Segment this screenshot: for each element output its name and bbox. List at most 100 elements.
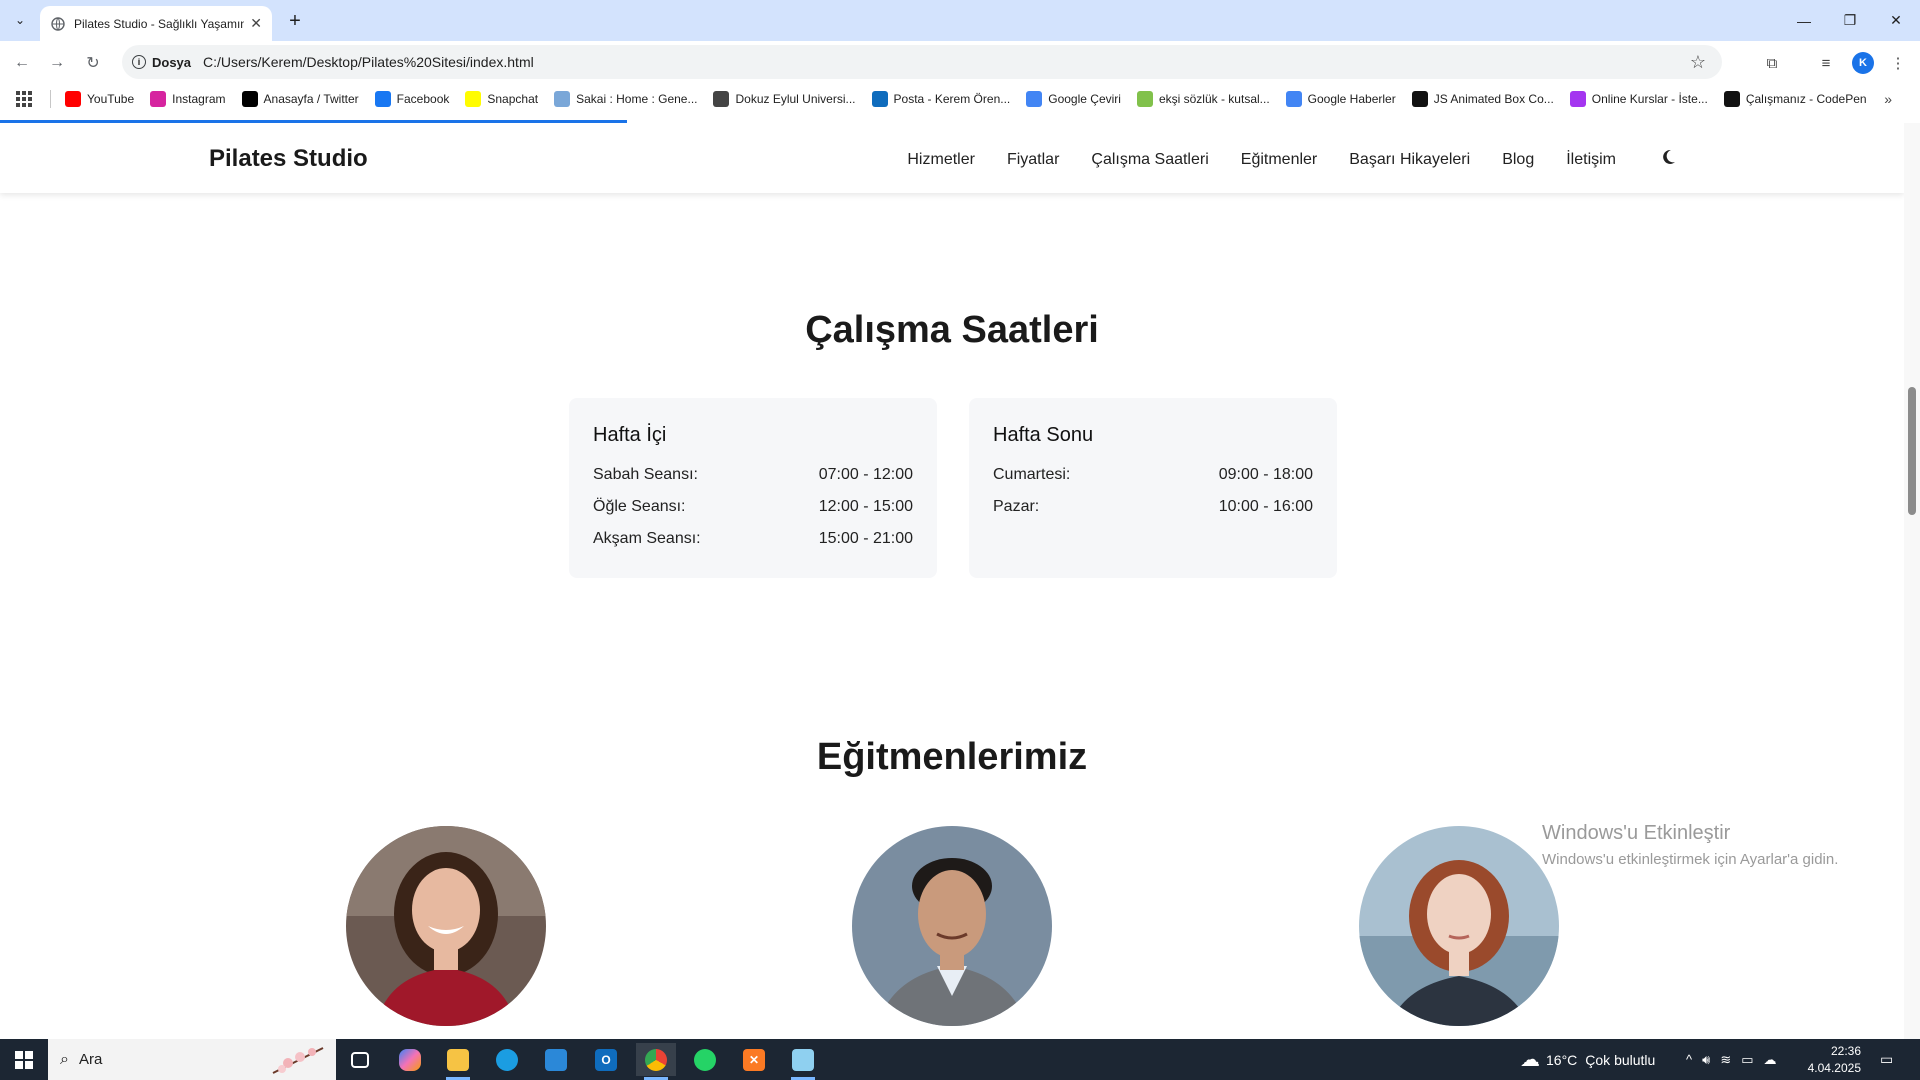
news-icon — [1285, 91, 1302, 107]
bookmark-label: Facebook — [396, 92, 450, 106]
page-scrollbar[interactable] — [1904, 123, 1920, 1039]
store-app[interactable] — [536, 1043, 576, 1076]
bookmark-item[interactable]: JS Animated Box Co... — [1411, 91, 1554, 107]
xampp-app[interactable]: ✕ — [734, 1043, 774, 1076]
battery-icon[interactable]: ▭ — [1741, 1052, 1753, 1068]
info-icon: i — [132, 55, 146, 69]
watermark-subtitle: Windows'u etkinleştirmek için Ayarlar'a … — [1542, 851, 1839, 868]
bookmark-item[interactable]: YouTube — [65, 91, 134, 107]
notifications-icon[interactable]: ▭ — [1880, 1039, 1893, 1080]
nav-link-blog[interactable]: Blog — [1502, 151, 1534, 169]
address-bar[interactable]: i Dosya C:/Users/Kerem/Desktop/Pilates%2… — [122, 45, 1722, 79]
outlook-app[interactable]: O — [586, 1043, 626, 1076]
sakai-icon — [554, 91, 571, 107]
translate-icon — [1026, 91, 1043, 107]
clock-time: 22:36 — [1830, 1044, 1861, 1058]
web-page: Pilates Studio Hizmetler Fiyatlar Çalışm… — [0, 123, 1904, 1039]
hours-row: Akşam Seansı: 15:00 - 21:00 — [593, 523, 913, 555]
bookmark-item[interactable]: Çalışmanız - CodePen — [1723, 91, 1867, 107]
system-tray: ^ 🔊︎ ≋ ▭ ☁ — [1686, 1039, 1777, 1080]
search-placeholder: Ara — [78, 1051, 103, 1068]
bookmark-item[interactable]: Online Kurslar - İste... — [1569, 91, 1708, 107]
clock[interactable]: 22:36 4.04.2025 — [1805, 1043, 1861, 1077]
bookmark-label: Anasayfa / Twitter — [263, 92, 359, 106]
outlook-icon: O — [595, 1048, 617, 1071]
whatsapp-app[interactable] — [685, 1043, 725, 1076]
bookmark-item[interactable]: ekşi sözlük - kutsal... — [1136, 91, 1270, 107]
menu-icon[interactable]: ⋮ — [1884, 49, 1912, 77]
scrollbar-thumb[interactable] — [1908, 387, 1916, 515]
apps-grid-icon[interactable] — [16, 91, 32, 107]
bookmark-item[interactable]: Google Çeviri — [1026, 91, 1121, 107]
url-text[interactable]: C:/Users/Kerem/Desktop/Pilates%20Sitesi/… — [203, 54, 534, 70]
site-logo[interactable]: Pilates Studio — [209, 145, 368, 173]
notepad-app[interactable] — [783, 1043, 823, 1080]
forward-icon[interactable]: → — [43, 49, 71, 77]
dark-mode-moon-icon[interactable] — [1660, 149, 1676, 170]
bookmark-label: Google Çeviri — [1048, 92, 1121, 106]
task-view-button[interactable] — [340, 1043, 380, 1076]
hours-label: Pazar: — [993, 498, 1040, 515]
bookmark-item[interactable]: Sakai : Home : Gene... — [554, 91, 697, 107]
chevron-down-icon: ⌄ — [14, 13, 26, 27]
notepad-icon — [792, 1048, 814, 1071]
youtube-icon — [65, 91, 81, 107]
hours-label: Öğle Seansı: — [593, 498, 686, 515]
nav-link-iletisim[interactable]: İletişim — [1566, 151, 1616, 169]
bookmark-item[interactable]: Anasayfa / Twitter — [241, 91, 359, 107]
speaker-icon[interactable]: 🔊︎ — [1702, 1052, 1710, 1068]
wifi-icon[interactable]: ≋ — [1720, 1052, 1731, 1068]
restore-button[interactable]: ❐ — [1827, 0, 1873, 41]
new-tab-button[interactable]: + — [282, 8, 308, 34]
back-icon[interactable]: ← — [8, 49, 36, 77]
copilot-app[interactable] — [390, 1043, 430, 1076]
hours-row: Öğle Seansı: 12:00 - 15:00 — [593, 491, 913, 523]
edge-app[interactable] — [487, 1043, 527, 1076]
browser-tab-active[interactable]: Pilates Studio - Sağlıklı Yaşamın ✕ — [40, 6, 272, 41]
bookmark-star-icon[interactable]: ☆ — [1690, 52, 1706, 73]
facebook-icon — [374, 91, 391, 107]
tab-search-button[interactable]: ⌄ — [8, 8, 32, 32]
bookmark-item[interactable]: Google Haberler — [1285, 91, 1396, 107]
file-explorer-app[interactable] — [438, 1043, 478, 1080]
taskbar-search[interactable]: ⌕ Ara — [48, 1039, 336, 1080]
bookmark-label: ekşi sözlük - kutsal... — [1158, 92, 1270, 106]
more-bookmarks-icon[interactable]: » — [1884, 91, 1892, 107]
hours-row: Sabah Seansı: 07:00 - 12:00 — [593, 459, 913, 491]
bookmark-item[interactable]: Snapchat — [465, 91, 538, 107]
bookmark-label: JS Animated Box Co... — [1433, 92, 1554, 106]
site-info-chip[interactable]: i Dosya — [132, 55, 203, 70]
site-nav: Hizmetler Fiyatlar Çalışma Saatleri Eğit… — [875, 149, 1676, 170]
chrome-app[interactable] — [636, 1043, 676, 1080]
security-label: Dosya — [152, 54, 192, 70]
close-tab-icon[interactable]: ✕ — [250, 15, 262, 32]
nav-link-fiyatlar[interactable]: Fiyatlar — [1007, 151, 1059, 169]
start-button[interactable] — [0, 1039, 48, 1080]
chevron-up-icon[interactable]: ^ — [1686, 1052, 1692, 1067]
whatsapp-icon — [694, 1048, 716, 1071]
reload-icon[interactable]: ↻ — [79, 49, 107, 77]
close-window-button[interactable]: ✕ — [1873, 0, 1919, 41]
trainer-photo-1 — [346, 826, 546, 1026]
nav-link-hizmetler[interactable]: Hizmetler — [907, 151, 975, 169]
nav-link-basari-hikayeleri[interactable]: Başarı Hikayeleri — [1349, 151, 1470, 169]
weekend-title: Hafta Sonu — [993, 424, 1094, 446]
codepen-icon — [1411, 91, 1428, 107]
outlook-icon — [871, 91, 888, 107]
bookmark-item[interactable]: Dokuz Eylul Universi... — [713, 91, 856, 107]
bookmark-label: Dokuz Eylul Universi... — [735, 92, 856, 106]
nav-link-calisma-saatleri[interactable]: Çalışma Saatleri — [1091, 151, 1208, 169]
extensions-icon[interactable]: ⧉ — [1758, 49, 1786, 77]
profile-avatar[interactable]: K — [1852, 52, 1874, 74]
bookmark-item[interactable]: Facebook — [374, 91, 450, 107]
weather-widget[interactable]: ☁ 16°C Çok bulutlu — [1520, 1039, 1655, 1080]
folder-icon — [447, 1048, 469, 1071]
minimize-button[interactable]: — — [1781, 0, 1827, 41]
bookmark-label: Google Haberler — [1307, 92, 1396, 106]
nav-link-egitmenler[interactable]: Eğitmenler — [1241, 151, 1317, 169]
onedrive-icon[interactable]: ☁ — [1764, 1052, 1777, 1068]
media-control-icon[interactable]: ≡ — [1812, 49, 1840, 77]
bookmark-item[interactable]: Instagram — [150, 91, 226, 107]
browser-toolbar: ← → ↻ i Dosya C:/Users/Kerem/Desktop/Pil… — [0, 41, 1920, 83]
bookmark-item[interactable]: Posta - Kerem Ören... — [871, 91, 1010, 107]
